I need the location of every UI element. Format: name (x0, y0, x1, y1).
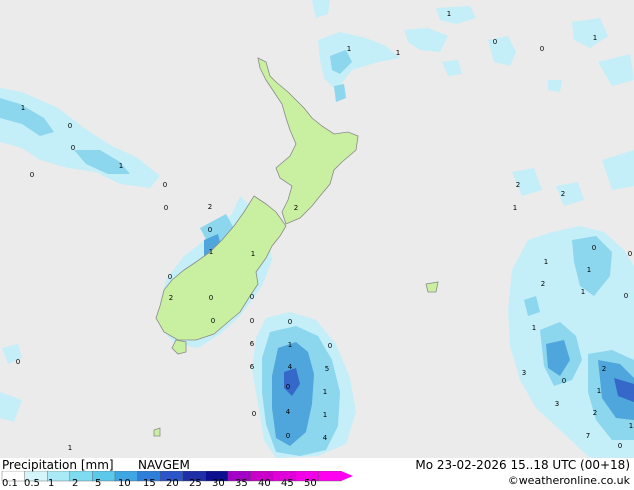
precip-value-label: 1 (347, 45, 351, 53)
precip-value-label: 0 (328, 342, 332, 350)
precip-value-label: 4 (323, 434, 328, 442)
precip-value-label: 3 (555, 400, 559, 408)
precip-value-label: 1 (68, 444, 72, 452)
precip-value-label: 1 (587, 266, 591, 274)
color-scale-tick-label: 20 (166, 478, 179, 489)
precip-value-label: 0 (624, 292, 628, 300)
color-scale-tick-label: 0.1 (2, 478, 18, 489)
color-scale-tick-label: 2 (72, 478, 79, 489)
precip-value-label: 0 (211, 317, 215, 325)
color-scale-swatch (318, 471, 342, 482)
color-scale-tick-label: 15 (143, 478, 156, 489)
color-scale-overflow-arrow (341, 471, 353, 481)
precip-value-label: 6 (250, 340, 255, 348)
precip-value-label: 1 (532, 324, 536, 332)
color-scale-tick-label: 5 (95, 478, 102, 489)
precip-value-label: 0 (163, 181, 167, 189)
map-canvas: 1 0 0 1 1 1 1 0 0 1 0 0 0 2 2 2 1 2 0 0 1 1 0 0 1 1 2 1 0 2 0 0 0 0 0 1 0 6 1 0… (0, 0, 634, 480)
precip-value-label: 1 (288, 341, 292, 349)
color-scale-tick-label: 10 (118, 478, 131, 489)
precip-value-label: 6 (250, 363, 255, 371)
color-scale-tick-label: 25 (189, 478, 202, 489)
precip-value-label: 0 (16, 358, 20, 366)
precip-value-label: 7 (586, 432, 590, 440)
color-scale-tick-label: 30 (212, 478, 225, 489)
precip-value-label: 1 (581, 288, 585, 296)
product-title: Precipitation [mm] (2, 458, 114, 472)
precip-value-label: 1 (209, 248, 213, 256)
precip-value-label: 1 (597, 387, 601, 395)
precip-value-label: 0 (286, 383, 290, 391)
precip-value-label: 0 (250, 317, 254, 325)
color-scale-tick-label: 1 (48, 478, 55, 489)
precip-value-label: 0 (628, 250, 632, 258)
precip-value-label: 2 (294, 204, 298, 212)
credit-link[interactable]: ©weatheronline.co.uk (508, 474, 630, 487)
color-scale-tick-label: 40 (258, 478, 271, 489)
precip-value-label: 5 (325, 365, 329, 373)
precip-value-label: 1 (119, 162, 123, 170)
precip-value-label: 0 (164, 204, 168, 212)
precip-value-label: 0 (540, 45, 544, 53)
precip-value-label: 0 (208, 226, 212, 234)
precip-value-label: 0 (209, 294, 213, 302)
precip-value-label: 0 (493, 38, 497, 46)
precip-value-label: 1 (323, 388, 327, 396)
precip-value-label: 0 (168, 273, 172, 281)
precip-value-label: 0 (30, 171, 34, 179)
precip-value-label: 0 (618, 442, 622, 450)
precip-value-label: 2 (516, 181, 520, 189)
model-name: NAVGEM (138, 458, 190, 472)
precipitation-map: 1 0 0 1 1 1 1 0 0 1 0 0 0 2 2 2 1 2 0 0 1 1 0 0 1 1 2 1 0 2 0 0 0 0 0 1 0 6 1 0… (0, 0, 634, 480)
precip-value-label: 0 (288, 318, 292, 326)
precip-value-label: 1 (593, 34, 597, 42)
color-scale-tick-label: 0.5 (24, 478, 40, 489)
precip-value-label: 2 (561, 190, 565, 198)
precip-value-label: 4 (288, 363, 293, 371)
precip-value-label: 0 (71, 144, 75, 152)
precip-value-label: 1 (629, 422, 633, 430)
precip-value-label: 1 (21, 104, 25, 112)
precip-value-label: 2 (541, 280, 545, 288)
chatham-islands (425, 281, 439, 293)
precip-value-label: 0 (252, 410, 256, 418)
color-scale-tick-label: 50 (304, 478, 317, 489)
precip-value-label: 0 (250, 293, 254, 301)
precip-value-label: 0 (562, 377, 566, 385)
precip-value-label: 1 (323, 411, 327, 419)
precip-value-label: 1 (544, 258, 548, 266)
legend-footer: 0.1 0.5 1 2 5 10 15 20 25 30 35 40 45 50 Precipitatio… (0, 458, 634, 490)
precip-value-label: 2 (169, 294, 173, 302)
precip-value-label: 1 (513, 204, 517, 212)
color-scale-tick-label: 45 (281, 478, 294, 489)
precip-value-label: 1 (251, 250, 255, 258)
precip-value-label: 3 (522, 369, 526, 377)
precip-value-label: 2 (208, 203, 212, 211)
precip-value-label: 0 (592, 244, 596, 252)
precip-value-label: 2 (602, 365, 606, 373)
precip-value-label: 0 (286, 432, 290, 440)
precip-value-label: 4 (286, 408, 291, 416)
color-scale-tick-label: 35 (235, 478, 248, 489)
precip-value-label: 0 (68, 122, 72, 130)
precip-value-label: 2 (593, 409, 597, 417)
valid-time: Mo 23-02-2026 15..18 UTC (00+18) (415, 458, 630, 472)
precip-value-label: 1 (447, 10, 451, 18)
precip-value-label: 1 (396, 49, 400, 57)
